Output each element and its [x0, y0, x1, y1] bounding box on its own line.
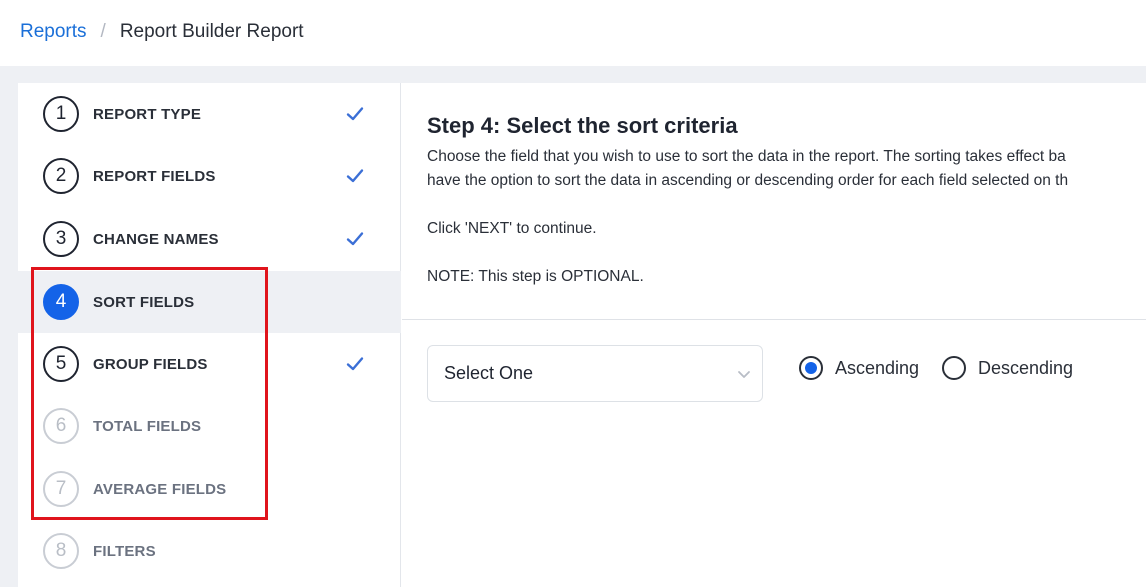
- step-report-fields[interactable]: 2 REPORT FIELDS: [18, 145, 401, 207]
- step-number: 5: [43, 346, 79, 382]
- step-change-names[interactable]: 3 CHANGE NAMES: [18, 208, 401, 270]
- radio-circle[interactable]: [942, 356, 966, 380]
- checkmark-icon: [346, 169, 364, 183]
- step-number: 2: [43, 158, 79, 194]
- chevron-down-icon: [738, 371, 750, 378]
- checkmark-icon: [346, 232, 364, 246]
- steps-sidebar: 1 REPORT TYPE 2 REPORT FIELDS 3 CHANGE N…: [18, 83, 401, 587]
- top-bar: Reports / Report Builder Report: [0, 0, 1146, 66]
- page-title: Step 4: Select the sort criteria: [427, 113, 738, 138]
- step-label: REPORT FIELDS: [93, 167, 216, 185]
- breadcrumb-separator: /: [100, 21, 106, 42]
- descending-label: Descending: [978, 357, 1074, 378]
- continue-note: Click 'NEXT' to continue.: [427, 220, 597, 237]
- description-line-2: have the option to sort the data in asce…: [427, 172, 1069, 189]
- step-label: GROUP FIELDS: [93, 355, 208, 373]
- descending-radio[interactable]: Descending: [942, 354, 1073, 382]
- breadcrumb-current: Report Builder Report: [119, 21, 304, 42]
- step-label: TOTAL FIELDS: [93, 417, 202, 435]
- step-label: SORT FIELDS: [93, 293, 195, 311]
- step-report-type[interactable]: 1 REPORT TYPE: [18, 83, 401, 145]
- step-content: Step 4: Select the sort criteria Choose …: [402, 83, 1146, 587]
- step-sort-fields[interactable]: 4 SORT FIELDS: [18, 271, 401, 333]
- step-filters[interactable]: 8 FILTERS: [18, 520, 401, 582]
- step-label: FILTERS: [93, 542, 156, 560]
- breadcrumb: Reports / Report Builder Report: [20, 21, 304, 43]
- description-line-1: Choose the field that you wish to use to…: [427, 148, 1066, 165]
- checkmark-icon: [346, 357, 364, 371]
- step-number: 4: [43, 284, 79, 320]
- step-number: 3: [43, 221, 79, 257]
- checkmark-icon: [346, 107, 364, 121]
- sort-field-select-value: Select One: [444, 363, 534, 383]
- ascending-label: Ascending: [835, 357, 920, 378]
- divider: [402, 319, 1146, 320]
- step-label: REPORT TYPE: [93, 105, 202, 123]
- step-label: CHANGE NAMES: [93, 230, 219, 248]
- step-average-fields[interactable]: 7 AVERAGE FIELDS: [18, 458, 401, 520]
- radio-selected-dot: [805, 362, 817, 374]
- step-group-fields[interactable]: 5 GROUP FIELDS: [18, 333, 401, 395]
- breadcrumb-reports-link[interactable]: Reports: [20, 21, 87, 43]
- step-number: 7: [43, 471, 79, 507]
- optional-note: NOTE: This step is OPTIONAL.: [427, 268, 644, 285]
- step-number: 6: [43, 408, 79, 444]
- sort-field-select[interactable]: Select One: [427, 345, 763, 402]
- step-number: 1: [43, 96, 79, 132]
- ascending-radio[interactable]: Ascending: [799, 354, 919, 382]
- step-total-fields[interactable]: 6 TOTAL FIELDS: [18, 395, 401, 457]
- step-label: AVERAGE FIELDS: [93, 480, 227, 498]
- radio-circle[interactable]: [799, 356, 823, 380]
- step-number: 8: [43, 533, 79, 569]
- report-builder-panel: 1 REPORT TYPE 2 REPORT FIELDS 3 CHANGE N…: [18, 83, 1146, 587]
